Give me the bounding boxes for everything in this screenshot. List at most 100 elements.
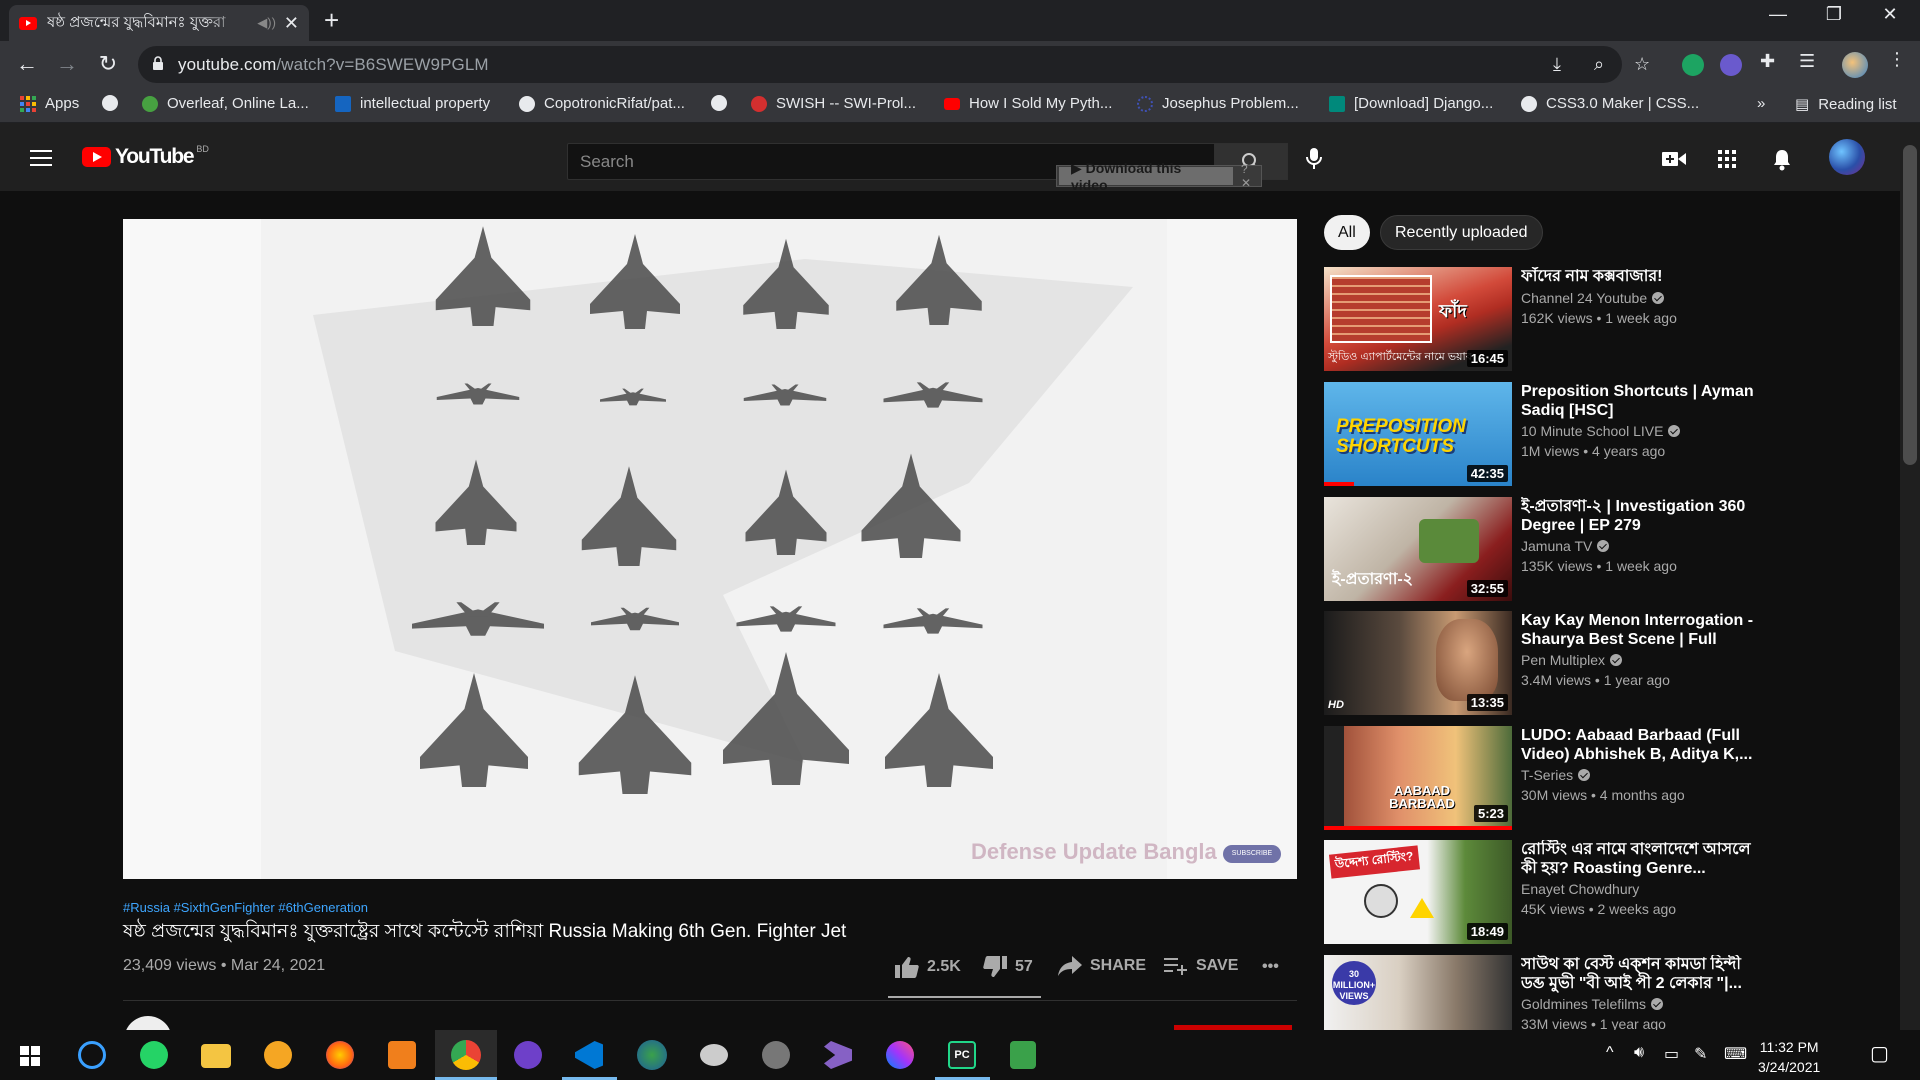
bookmark-css3-maker[interactable]: CSS3.0 Maker | CSS... xyxy=(1521,95,1699,112)
share-button[interactable]: SHARE xyxy=(1058,956,1146,976)
bookmark-swish[interactable]: SWISH -- SWI-Prol... xyxy=(751,95,916,112)
video-title[interactable]: ফাঁদের নাম কক্সবাজার! xyxy=(1521,267,1756,286)
video-thumbnail[interactable]: PREPOSITION SHORTCUTS 42:35 xyxy=(1324,382,1512,486)
video-thumbnail[interactable]: ফাঁদ স্টুডিও এ্যাপার্টমেন্টের নামে ভয়াব… xyxy=(1324,267,1512,371)
video-hashtags[interactable]: #Russia #SixthGenFighter #6thGeneration xyxy=(123,900,368,915)
channel-name[interactable]: Channel 24 Youtube xyxy=(1521,290,1665,306)
keyboard-icon[interactable]: ⌨ xyxy=(1724,1044,1747,1064)
visual-studio-icon[interactable] xyxy=(824,1041,852,1069)
app-icon[interactable] xyxy=(637,1040,667,1070)
app-icon[interactable] xyxy=(1010,1041,1036,1069)
more-actions-icon[interactable]: ••• xyxy=(1262,958,1279,976)
app-icon[interactable] xyxy=(264,1041,292,1069)
download-help-close[interactable]: ? ✕ xyxy=(1241,162,1261,190)
download-video-overlay[interactable]: ▶ Download this video ? ✕ xyxy=(1056,160,1262,193)
speaker-icon[interactable]: ◀)) xyxy=(257,15,276,31)
video-thumbnail[interactable]: AABAAD BARBAAD 5:23 xyxy=(1324,726,1512,830)
video-thumbnail[interactable]: 30 MILLION+ VIEWS xyxy=(1324,955,1512,1030)
notifications-icon[interactable]: ▢ xyxy=(1870,1041,1889,1066)
bookmark-overleaf[interactable]: Overleaf, Online La... xyxy=(142,95,309,112)
chrome-menu-icon[interactable]: ⋮ xyxy=(1888,49,1906,70)
menu-icon[interactable] xyxy=(30,150,52,166)
back-icon[interactable]: ← xyxy=(12,51,42,77)
pen-icon[interactable]: ✎ xyxy=(1694,1044,1707,1064)
related-video[interactable]: PREPOSITION SHORTCUTS 42:35 Preposition … xyxy=(1324,382,1774,490)
video-title[interactable]: সাউথ কা বেস্ট এক্শন কামডা হিন্দী ডব্ড মু… xyxy=(1521,955,1756,993)
related-video[interactable]: ফাঁদ স্টুডিও এ্যাপার্টমেন্টের নামে ভয়াব… xyxy=(1324,267,1774,375)
reload-icon[interactable]: ↻ xyxy=(93,51,123,77)
video-player[interactable]: Defense Update Bangla SUBSCRIBE xyxy=(123,219,1297,879)
channel-name[interactable]: Enayet Chowdhury xyxy=(1521,881,1639,897)
scrollbar-thumb[interactable] xyxy=(1903,145,1917,465)
system-clock[interactable]: 11:32 PM 3/24/2021 xyxy=(1758,1037,1820,1077)
channel-name[interactable]: Jamuna TV xyxy=(1521,538,1610,554)
app-icon[interactable] xyxy=(762,1041,790,1069)
video-title[interactable]: রোস্টিং এর নামে বাংলাদেশে আসলে কী হয়? R… xyxy=(1521,840,1756,878)
whatsapp-icon[interactable] xyxy=(140,1041,168,1069)
pycharm-icon[interactable]: PC xyxy=(948,1041,976,1069)
grammarly-extension-icon[interactable] xyxy=(1682,54,1704,76)
bookmark-intellectual-property[interactable]: intellectual property xyxy=(335,95,490,112)
bookmark-youtube-python[interactable]: How I Sold My Pyth... xyxy=(944,95,1112,112)
github-desktop-icon[interactable] xyxy=(514,1041,542,1069)
download-video-button[interactable]: ▶ Download this video xyxy=(1059,160,1234,193)
zoom-icon[interactable]: ⌕ xyxy=(1594,54,1604,75)
create-video-icon[interactable] xyxy=(1662,151,1686,167)
channel-name[interactable]: Goldmines Telefilms xyxy=(1521,996,1664,1012)
network-icon[interactable]: ▭ xyxy=(1664,1044,1679,1064)
bookmark-github-copotronic[interactable]: CopotronicRifat/pat... xyxy=(519,95,685,112)
vscode-icon[interactable] xyxy=(575,1041,603,1069)
related-video[interactable]: উদ্দেশ্য রোস্টিং? 18:49 রোস্টিং এর নামে … xyxy=(1324,840,1774,948)
channel-name[interactable]: 10 Minute School LIVE xyxy=(1521,423,1681,439)
url-text[interactable]: youtube.com/watch?v=B6SWEW9PGLM xyxy=(178,55,489,75)
bookmarks-overflow-button[interactable]: » xyxy=(1757,95,1765,112)
lock-icon[interactable] xyxy=(152,56,164,70)
show-hidden-icons[interactable]: ^ xyxy=(1606,1044,1614,1062)
bookmark-apps[interactable]: Apps xyxy=(20,95,79,112)
file-explorer-icon[interactable] xyxy=(201,1044,231,1068)
bookmark-star-icon[interactable]: ☆ xyxy=(1634,54,1650,75)
microphone-icon[interactable] xyxy=(1306,147,1322,171)
minimize-icon[interactable]: — xyxy=(1758,4,1798,25)
channel-name[interactable]: T-Series xyxy=(1521,767,1591,783)
channel-name[interactable]: Pen Multiplex xyxy=(1521,652,1623,668)
window-close-icon[interactable]: ✕ xyxy=(1870,4,1910,25)
reading-list-button[interactable]: ▤ Reading list xyxy=(1795,95,1897,114)
notifications-bell-icon[interactable] xyxy=(1773,149,1791,171)
dislike-button[interactable]: 57 xyxy=(983,956,1033,978)
video-thumbnail[interactable]: উদ্দেশ্য রোস্টিং? 18:49 xyxy=(1324,840,1512,944)
media-control-icon[interactable]: ☰ xyxy=(1799,51,1815,72)
video-title[interactable]: LUDO: Aabaad Barbaad (Full Video) Abhish… xyxy=(1521,726,1756,764)
address-bar[interactable]: youtube.com/watch?v=B6SWEW9PGLM ⤓ ⌕ ☆ xyxy=(138,46,1650,83)
new-tab-button[interactable]: + xyxy=(324,6,339,34)
chip-all[interactable]: All xyxy=(1324,215,1370,250)
save-button[interactable]: SAVE xyxy=(1164,956,1238,976)
bookmark-django[interactable]: [Download] Django... xyxy=(1329,95,1493,112)
bookmark-josephus[interactable]: Josephus Problem... xyxy=(1137,95,1299,112)
video-thumbnail[interactable]: HD 13:35 xyxy=(1324,611,1512,715)
video-title[interactable]: Kay Kay Menon Interrogation - Shaurya Be… xyxy=(1521,611,1756,649)
like-button[interactable]: 2.5K xyxy=(895,956,961,978)
chip-recently-uploaded[interactable]: Recently uploaded xyxy=(1380,215,1543,250)
puzzle-extensions-icon[interactable]: ✚ xyxy=(1760,51,1775,72)
youtube-logo[interactable]: YouTube BD xyxy=(82,144,209,169)
related-video[interactable]: ই-প্রতারণা-২ 32:55 ই-প্রতারণা-২ | Invest… xyxy=(1324,497,1774,605)
related-video[interactable]: AABAAD BARBAAD 5:23 LUDO: Aabaad Barbaad… xyxy=(1324,726,1774,834)
restore-icon[interactable]: ❐ xyxy=(1814,4,1854,25)
bookmark-globe-1[interactable] xyxy=(102,95,127,111)
app-icon[interactable] xyxy=(388,1041,416,1069)
video-thumbnail[interactable]: ই-প্রতারণা-২ 32:55 xyxy=(1324,497,1512,601)
extension-icon[interactable] xyxy=(1720,54,1742,76)
messenger-icon[interactable] xyxy=(886,1041,914,1069)
chrome-icon[interactable] xyxy=(451,1040,481,1070)
related-video[interactable]: HD 13:35 Kay Kay Menon Interrogation - S… xyxy=(1324,611,1774,719)
profile-avatar[interactable] xyxy=(1842,52,1868,78)
app-icon[interactable] xyxy=(700,1044,728,1066)
volume-icon[interactable]: 🔊︎ xyxy=(1634,1044,1644,1062)
firefox-icon[interactable] xyxy=(326,1041,354,1069)
browser-tab[interactable]: ষষ্ঠ প্রজন্মের যুদ্ধবিমানঃ যুক্তরা ◀)) ✕ xyxy=(9,5,309,41)
bookmark-globe-2[interactable] xyxy=(711,95,736,111)
install-icon[interactable]: ⤓ xyxy=(1553,54,1561,75)
search-circle-icon[interactable] xyxy=(78,1041,106,1069)
tab-close-icon[interactable]: ✕ xyxy=(284,13,299,34)
